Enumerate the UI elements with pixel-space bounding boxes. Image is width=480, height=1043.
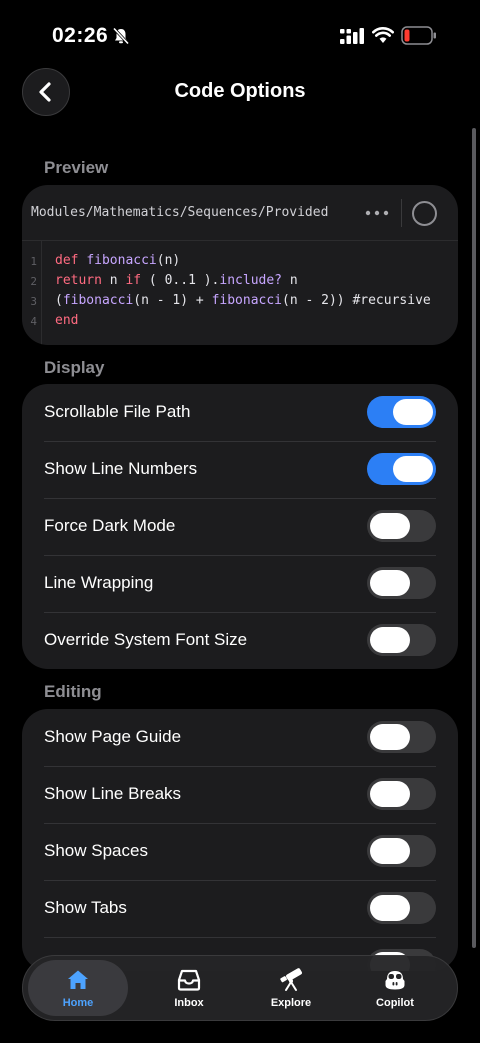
- setting-label: Override System Font Size: [44, 630, 248, 649]
- code-line: 2 return n if ( 0..1 ).include? n: [22, 273, 458, 293]
- code-view: 1 def fibonacci(n) 2 return n if ( 0..1 …: [22, 253, 458, 333]
- divider: [401, 199, 402, 227]
- toggle-show-tabs[interactable]: [367, 892, 436, 924]
- setting-row-show-line-numbers: Show Line Numbers: [22, 441, 458, 498]
- setting-row-scrollable-file-path: Scrollable File Path: [22, 384, 458, 441]
- setting-label: Line Wrapping: [44, 573, 154, 592]
- toggle-scrollable-file-path[interactable]: [367, 396, 436, 428]
- setting-row-show-spaces: Show Spaces: [22, 823, 458, 880]
- toggle-show-page-guide[interactable]: [367, 721, 436, 753]
- copilot-icon: [385, 971, 405, 990]
- code-line: 1 def fibonacci(n): [22, 253, 458, 273]
- scrollbar-thumb[interactable]: [472, 128, 476, 948]
- inbox-icon: [177, 969, 201, 991]
- toggle-show-line-breaks[interactable]: [367, 778, 436, 810]
- toggle-knob: [370, 724, 410, 750]
- toggle-knob: [370, 570, 410, 596]
- scrollbar[interactable]: [472, 128, 476, 958]
- code-preview-card: Modules/Mathematics/Sequences/Provided 1…: [22, 185, 458, 345]
- toggle-knob: [370, 781, 410, 807]
- line-number: 4: [30, 315, 37, 328]
- bell-slash-icon: [112, 27, 130, 45]
- setting-label: Show Line Numbers: [44, 459, 198, 478]
- status-bar: 02:26: [0, 0, 480, 70]
- tab-label: Home: [62, 997, 94, 1009]
- tab-explore[interactable]: Explore: [241, 960, 341, 1016]
- tab-copilot[interactable]: Copilot: [345, 960, 445, 1016]
- setting-row-show-line-breaks: Show Line Breaks: [22, 766, 458, 823]
- toggle-show-spaces[interactable]: [367, 835, 436, 867]
- line-number: 2: [30, 275, 37, 288]
- setting-label: Show Page Guide: [44, 727, 182, 746]
- setting-row-line-wrapping: Line Wrapping: [22, 555, 458, 612]
- tab-label: Copilot: [376, 997, 414, 1009]
- tab-label: Inbox: [174, 997, 204, 1009]
- setting-label: Force Dark Mode: [44, 516, 176, 535]
- setting-row-show-tabs: Show Tabs: [22, 880, 458, 937]
- code-line: 4 end: [22, 313, 458, 333]
- telescope-icon: [280, 968, 302, 991]
- setting-label: Show Line Breaks: [44, 784, 182, 803]
- file-path[interactable]: Modules/Mathematics/Sequences/Provided: [31, 205, 343, 220]
- more-options-button[interactable]: [362, 198, 392, 228]
- divider: [22, 240, 458, 241]
- toggle-knob: [393, 456, 433, 482]
- toggle-knob: [370, 895, 410, 921]
- tab-label: Explore: [270, 997, 312, 1009]
- toggle-show-line-numbers[interactable]: [367, 453, 436, 485]
- toggle-knob: [370, 627, 410, 653]
- toggle-line-wrapping[interactable]: [367, 567, 436, 599]
- toggle-force-dark-mode[interactable]: [367, 510, 436, 542]
- toggle-knob: [370, 838, 410, 864]
- setting-row-override-system-font-size: Override System Font Size: [22, 612, 458, 669]
- section-header-preview: Preview: [44, 158, 109, 177]
- editing-settings-group: Show Page Guide Show Line Breaks Show Sp…: [22, 709, 458, 971]
- setting-label: Show Spaces: [44, 841, 148, 860]
- line-number: 3: [30, 295, 37, 308]
- line-number: 1: [30, 255, 37, 268]
- setting-label: Show Tabs: [44, 898, 127, 917]
- wifi-icon: [372, 27, 394, 43]
- setting-row-show-page-guide: Show Page Guide: [22, 709, 458, 766]
- status-time: 02:26: [52, 24, 109, 47]
- setting-row-force-dark-mode: Force Dark Mode: [22, 498, 458, 555]
- signal-icon: [340, 28, 364, 44]
- toggle-override-system-font-size[interactable]: [367, 624, 436, 656]
- tab-bar: Home Inbox Explore Copilot: [22, 955, 458, 1021]
- home-icon: [68, 970, 88, 989]
- tab-inbox[interactable]: Inbox: [139, 960, 239, 1016]
- section-header-editing: Editing: [44, 682, 102, 701]
- section-header-display: Display: [44, 358, 105, 377]
- toggle-knob: [370, 513, 410, 539]
- ellipsis-icon: [365, 210, 389, 216]
- select-circle-button[interactable]: [412, 201, 437, 226]
- display-settings-group: Scrollable File Path Show Line Numbers F…: [22, 384, 458, 669]
- setting-label: Scrollable File Path: [44, 402, 191, 421]
- tab-home[interactable]: Home: [28, 960, 128, 1016]
- toggle-knob: [393, 399, 433, 425]
- page-title: Code Options: [174, 80, 306, 102]
- battery-low-icon: [401, 26, 436, 45]
- code-line: 3 (fibonacci(n - 1) + fibonacci(n - 2)) …: [22, 293, 458, 313]
